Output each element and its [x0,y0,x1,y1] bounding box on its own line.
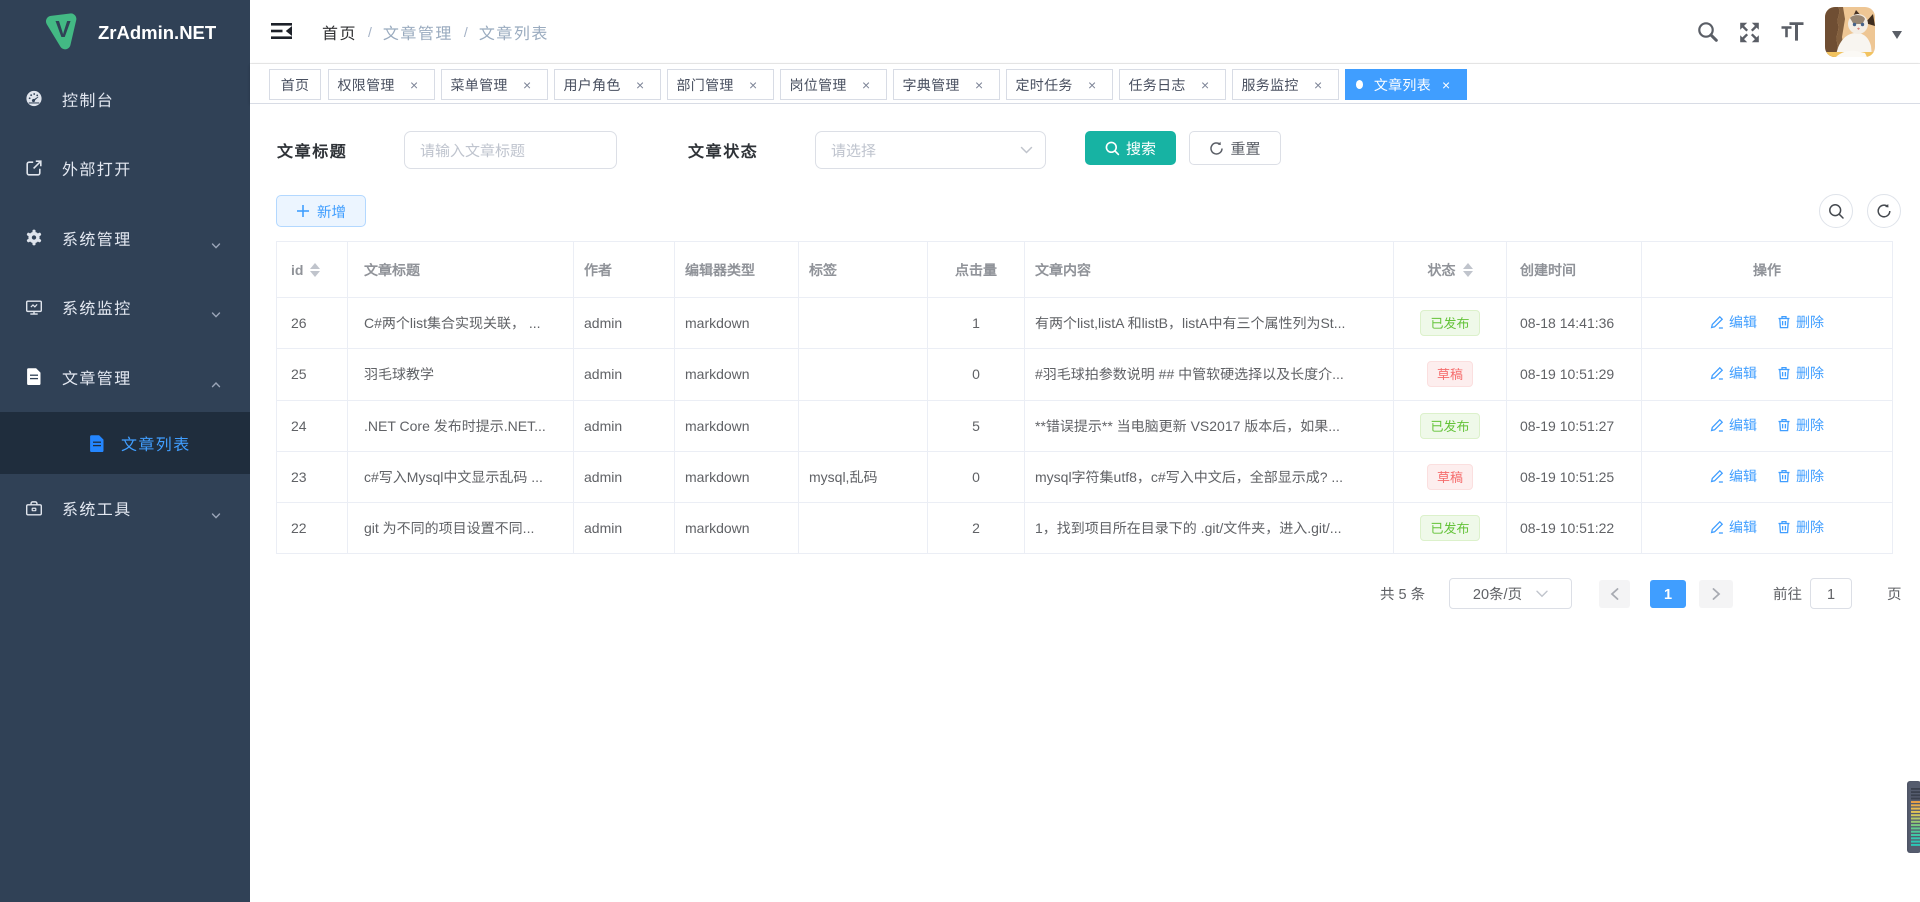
svg-text:V: V [55,16,71,42]
